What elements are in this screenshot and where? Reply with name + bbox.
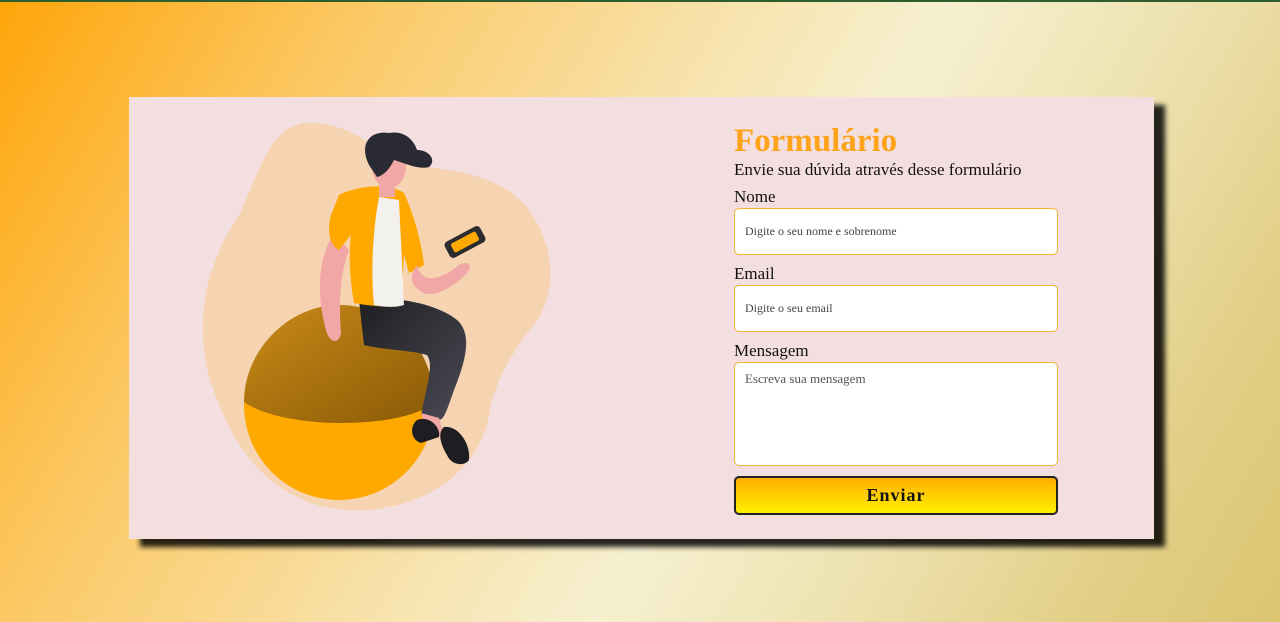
email-label: Email — [734, 264, 775, 283]
email-input[interactable] — [734, 285, 1058, 332]
undershirt — [372, 197, 404, 307]
message-label: Mensagem — [734, 341, 809, 360]
submit-button[interactable]: Enviar — [734, 476, 1058, 515]
form-title: Formulário — [734, 123, 898, 159]
contact-card: Formulário Envie sua dúvida através dess… — [129, 97, 1154, 539]
contact-form: Formulário Envie sua dúvida através dess… — [734, 123, 1059, 515]
top-border — [0, 0, 1280, 2]
message-textarea[interactable] — [734, 362, 1058, 466]
name-label: Nome — [734, 187, 776, 206]
form-subtitle: Envie sua dúvida através desse formulári… — [734, 160, 1022, 179]
person-on-ball-illustration — [202, 122, 551, 511]
name-input[interactable] — [734, 208, 1058, 255]
